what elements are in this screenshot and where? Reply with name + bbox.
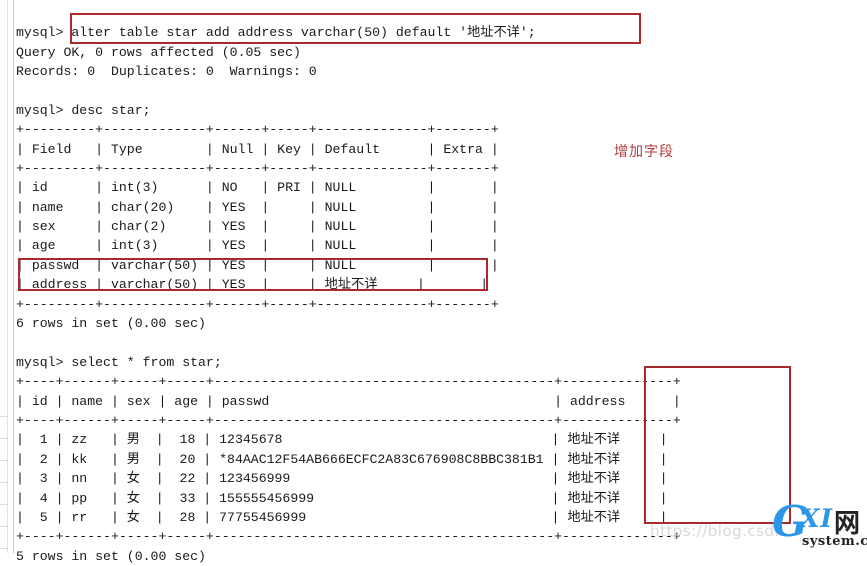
terminal-line: | passwd | varchar(50) | YES | | NULL | …	[16, 257, 499, 273]
terminal-line: +----+------+-----+-----+---------------…	[16, 374, 681, 390]
watermark-url-text: https://blog.csdn.	[650, 522, 790, 540]
terminal-line: | 4 | pp | 女 | 33 | 155555456999 | 地址不详 …	[16, 490, 668, 506]
terminal-line: +---------+-------------+------+-----+--…	[16, 122, 499, 138]
terminal-line: +---------+-------------+------+-----+--…	[16, 160, 499, 176]
terminal-line: | id | int(3) | NO | PRI | NULL | |	[16, 180, 499, 196]
terminal-line: mysql> alter table star add address varc…	[16, 25, 536, 41]
terminal-line: 6 rows in set (0.00 sec)	[16, 316, 206, 332]
watermark-logo-xi: XI	[800, 504, 834, 533]
annotation-add-field-label: 增加字段	[614, 144, 674, 160]
terminal-line: +---------+-------------+------+-----+--…	[16, 296, 499, 312]
terminal-line: | 1 | zz | 男 | 18 | 12345678 | 地址不详 |	[16, 432, 668, 448]
watermark-logo-subtitle: system.com	[802, 534, 867, 549]
terminal-line: | Field | Type | Null | Key | Default | …	[16, 141, 499, 157]
terminal-line: | address | varchar(50) | YES | | 地址不详 |…	[16, 277, 489, 293]
terminal-line: | 3 | nn | 女 | 22 | 123456999 | 地址不详 |	[16, 471, 668, 487]
terminal-line: | age | int(3) | YES | | NULL | |	[16, 238, 499, 254]
mysql-terminal-output: mysql> alter table star add address varc…	[16, 23, 861, 566]
terminal-line: | sex | char(2) | YES | | NULL | |	[16, 219, 499, 235]
page-edge-rule-inner	[13, 0, 14, 553]
terminal-line: | 2 | kk | 男 | 20 | *84AAC12F54AB666ECFC…	[16, 451, 668, 467]
watermark-logo: G XI 网 system.com	[772, 501, 867, 551]
terminal-line: Records: 0 Duplicates: 0 Warnings: 0	[16, 63, 317, 79]
terminal-line: | name | char(20) | YES | | NULL | |	[16, 199, 499, 215]
terminal-line: 5 rows in set (0.00 sec)	[16, 548, 206, 564]
page-edge-grid-artifact	[0, 395, 8, 549]
terminal-line: mysql> select * from star;	[16, 354, 222, 370]
terminal-line: +----+------+-----+-----+---------------…	[16, 413, 681, 428]
terminal-line: | id | name | sex | age | passwd | addre…	[16, 393, 681, 409]
terminal-line: mysql> desc star;	[16, 102, 151, 118]
terminal-line: Query OK, 0 rows affected (0.05 sec)	[16, 44, 301, 60]
